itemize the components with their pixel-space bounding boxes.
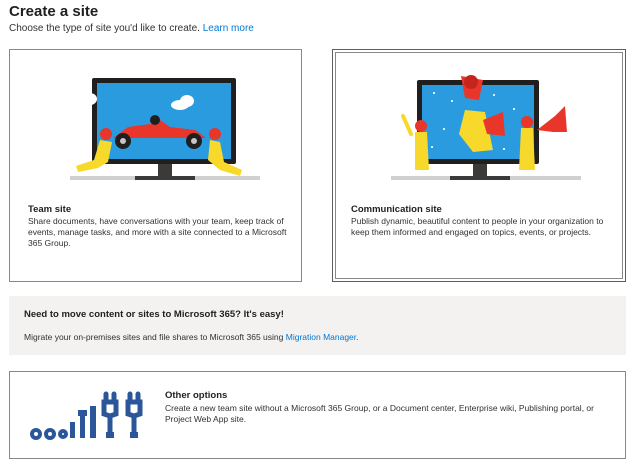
- communication-site-illustration: [391, 75, 581, 180]
- migration-text-line: Migrate your on-premises sites and file …: [24, 332, 359, 342]
- communication-site-card[interactable]: Communication site Publish dynamic, beau…: [332, 49, 626, 282]
- tools-icon: [30, 391, 143, 440]
- migration-text-end: .: [356, 332, 359, 342]
- migration-text: Migrate your on-premises sites and file …: [24, 332, 284, 342]
- communication-site-description: Publish dynamic, beautiful content to pe…: [351, 216, 604, 237]
- migration-banner: Need to move content or sites to Microso…: [9, 296, 626, 355]
- other-options-card[interactable]: Other options Create a new team site wit…: [9, 371, 626, 459]
- team-site-description: Share documents, have conversations with…: [28, 216, 287, 248]
- team-site-illustration: [70, 78, 260, 180]
- team-site-card[interactable]: Team site Share documents, have conversa…: [9, 49, 302, 282]
- migration-title: Need to move content or sites to Microso…: [24, 309, 284, 320]
- subtitle-text: Choose the type of site you'd like to cr…: [9, 23, 200, 34]
- team-site-title: Team site: [28, 204, 72, 215]
- page-subtitle: Choose the type of site you'd like to cr…: [9, 23, 254, 34]
- learn-more-link[interactable]: Learn more: [203, 23, 254, 34]
- communication-site-title: Communication site: [351, 204, 442, 215]
- other-options-title: Other options: [165, 390, 228, 401]
- migration-manager-link[interactable]: Migration Manager: [286, 332, 356, 342]
- page-title: Create a site: [9, 3, 99, 20]
- other-options-description: Create a new team site without a Microso…: [165, 403, 594, 424]
